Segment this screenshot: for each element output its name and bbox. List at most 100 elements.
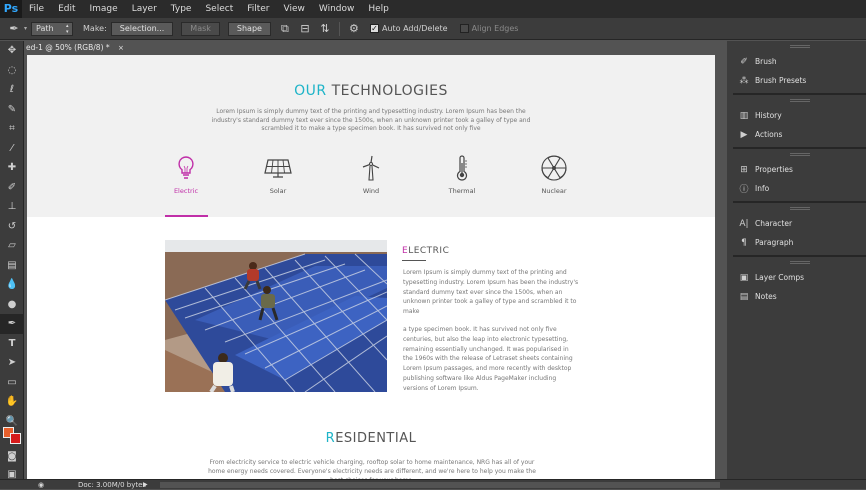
panel-brush-presets[interactable]: ⁂ Brush Presets bbox=[733, 71, 866, 90]
crop-tool-icon[interactable]: ⌗ bbox=[0, 119, 24, 139]
panel-dock: ✐ Brush ⁂ Brush Presets ▥ History ▶ Actions … bbox=[733, 41, 866, 479]
panel-info[interactable]: ⓘ Info bbox=[733, 179, 866, 198]
panel-history[interactable]: ▥ History bbox=[733, 106, 866, 125]
radiation-icon bbox=[541, 155, 567, 181]
panel-properties[interactable]: ⊞ Properties bbox=[733, 160, 866, 179]
tech-label-electric: Electric bbox=[173, 187, 199, 195]
menu-layer[interactable]: Layer bbox=[125, 0, 164, 18]
tech-label-solar: Solar bbox=[269, 187, 287, 195]
type-tool-icon[interactable]: T bbox=[0, 334, 24, 354]
auto-add-delete-checkbox[interactable]: ✓ bbox=[369, 24, 379, 33]
tech-label-wind: Wind bbox=[362, 187, 380, 195]
close-icon[interactable]: × bbox=[118, 44, 124, 52]
make-label: Make: bbox=[83, 24, 107, 33]
document-tab[interactable]: ed-1 @ 50% (RGB/8) * × bbox=[24, 41, 124, 55]
document-canvas[interactable]: OUR TECHNOLOGIES Lorem Ipsum is simply d… bbox=[27, 55, 715, 479]
wind-turbine-icon bbox=[362, 155, 380, 181]
panel-group: ▣ Layer Comps ▤ Notes bbox=[733, 257, 866, 309]
technologies-section: OUR TECHNOLOGIES Lorem Ipsum is simply d… bbox=[27, 55, 715, 217]
clone-stamp-tool-icon[interactable]: ⊥ bbox=[0, 197, 24, 217]
panel-label: Brush bbox=[755, 57, 777, 66]
healing-brush-tool-icon[interactable]: ✚ bbox=[0, 158, 24, 178]
menu-file[interactable]: File bbox=[22, 0, 51, 18]
tech-item-wind[interactable]: Wind bbox=[341, 155, 401, 195]
panel-layer-comps[interactable]: ▣ Layer Comps bbox=[733, 268, 866, 287]
panel-label: Paragraph bbox=[755, 238, 794, 247]
gear-icon[interactable]: ⚙ bbox=[344, 21, 364, 37]
move-tool-icon[interactable]: ✥ bbox=[0, 41, 24, 61]
history-brush-tool-icon[interactable]: ↺ bbox=[0, 217, 24, 237]
panel-label: Character bbox=[755, 219, 793, 228]
panel-grip[interactable] bbox=[789, 153, 810, 156]
panel-label: Brush Presets bbox=[755, 76, 807, 85]
chevron-down-icon[interactable]: ▾ bbox=[24, 25, 27, 32]
path-operations-icon[interactable]: ⧉ bbox=[275, 21, 295, 37]
tech-item-thermal[interactable]: Thermal bbox=[432, 155, 492, 195]
panel-character[interactable]: A| Character bbox=[733, 214, 866, 233]
properties-icon: ⊞ bbox=[740, 164, 748, 175]
dodge-tool-icon[interactable]: ● bbox=[0, 295, 24, 315]
eraser-tool-icon[interactable]: ▱ bbox=[0, 236, 24, 256]
hand-tool-icon[interactable]: ✋ bbox=[0, 392, 24, 412]
auto-add-delete-label: Auto Add/Delete bbox=[381, 24, 448, 33]
status-bar: ◉ Doc: 3.00M/0 bytes ▶ bbox=[0, 479, 866, 489]
panel-paragraph[interactable]: ¶ Paragraph bbox=[733, 233, 866, 252]
thermometer-icon bbox=[456, 155, 468, 181]
quick-mask-icon[interactable]: ◙ bbox=[0, 447, 24, 467]
mask-button[interactable]: Mask bbox=[181, 21, 220, 36]
menu-bar: Ps File Edit Image Layer Type Select Fil… bbox=[0, 0, 866, 18]
menu-edit[interactable]: Edit bbox=[51, 0, 82, 18]
vertical-scrollbar[interactable] bbox=[715, 55, 727, 479]
layer-comps-icon: ▣ bbox=[739, 272, 749, 283]
panel-label: Actions bbox=[755, 130, 783, 139]
residential-description: From electricity service to electric veh… bbox=[208, 459, 536, 479]
eyedropper-tool-icon[interactable]: ⁄ bbox=[0, 139, 24, 159]
align-edges-checkbox[interactable] bbox=[459, 24, 469, 33]
background-color-swatch[interactable] bbox=[10, 433, 21, 444]
electric-paragraph-1: Lorem Ipsum is simply dummy text of the … bbox=[403, 269, 579, 316]
quick-selection-tool-icon[interactable]: ✎ bbox=[0, 100, 24, 120]
panel-actions[interactable]: ▶ Actions bbox=[733, 125, 866, 144]
tech-item-electric[interactable]: Electric bbox=[156, 155, 216, 195]
menu-select[interactable]: Select bbox=[198, 0, 240, 18]
menu-image[interactable]: Image bbox=[83, 0, 125, 18]
marquee-tool-icon[interactable]: ◌ bbox=[0, 61, 24, 81]
menu-type[interactable]: Type bbox=[164, 0, 199, 18]
tech-item-nuclear[interactable]: Nuclear bbox=[524, 155, 584, 195]
shape-button[interactable]: Shape bbox=[227, 21, 271, 36]
panel-grip[interactable] bbox=[789, 261, 810, 264]
tech-item-solar[interactable]: Solar bbox=[248, 155, 308, 195]
heading-rest: TECHNOLOGIES bbox=[326, 83, 448, 99]
panel-brush[interactable]: ✐ Brush bbox=[733, 52, 866, 71]
panel-grip[interactable] bbox=[789, 99, 810, 102]
path-alignment-icon[interactable]: ⊟ bbox=[295, 21, 315, 37]
tools-panel: ✥ ◌ ℓ ✎ ⌗ ⁄ ✚ ✐ ⊥ ↺ ▱ ▤ 💧 ● ✒ T ➤ ▭ ✋ 🔍 … bbox=[0, 41, 24, 480]
menu-filter[interactable]: Filter bbox=[240, 0, 276, 18]
heading-rest: LECTRIC bbox=[408, 246, 450, 256]
lasso-tool-icon[interactable]: ℓ bbox=[0, 80, 24, 100]
panel-notes[interactable]: ▤ Notes bbox=[733, 287, 866, 306]
selection-button[interactable]: Selection... bbox=[110, 21, 174, 36]
path-selection-tool-icon[interactable]: ➤ bbox=[0, 353, 24, 373]
path-arrangement-icon[interactable]: ⇅ bbox=[315, 21, 335, 37]
electric-paragraph-2: a type specimen book. It has survived no… bbox=[403, 326, 573, 392]
panel-grip[interactable] bbox=[789, 45, 810, 48]
pen-mode-select[interactable]: Path bbox=[31, 21, 74, 36]
pen-tool-icon[interactable]: ✒ bbox=[0, 314, 24, 334]
menu-help[interactable]: Help bbox=[361, 0, 396, 18]
menu-window[interactable]: Window bbox=[312, 0, 362, 18]
heading-accent: R bbox=[325, 431, 336, 446]
brush-tool-icon[interactable]: ✐ bbox=[0, 178, 24, 198]
gradient-tool-icon[interactable]: ▤ bbox=[0, 256, 24, 276]
history-icon: ▥ bbox=[739, 110, 749, 121]
solar-panels-photo bbox=[165, 240, 387, 392]
blur-tool-icon[interactable]: 💧 bbox=[0, 275, 24, 295]
menu-view[interactable]: View bbox=[277, 0, 312, 18]
pen-tool-preset-icon[interactable]: ✒ bbox=[4, 21, 24, 37]
rectangle-tool-icon[interactable]: ▭ bbox=[0, 373, 24, 393]
residential-heading: RESIDENTIAL bbox=[27, 431, 715, 446]
align-edges-label: Align Edges bbox=[471, 24, 519, 33]
panel-grip[interactable] bbox=[789, 207, 810, 210]
horizontal-scrollbar[interactable] bbox=[160, 482, 720, 488]
photoshop-logo: Ps bbox=[0, 0, 22, 18]
